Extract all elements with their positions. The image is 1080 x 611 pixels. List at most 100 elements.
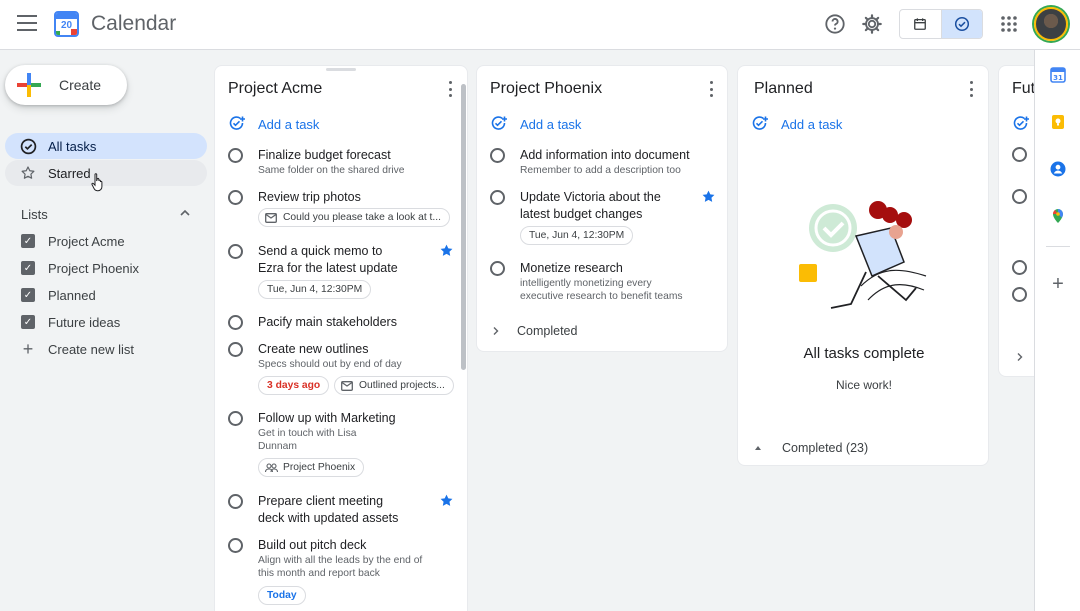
email-attachment-chip[interactable]: Could you please take a look at t... xyxy=(258,208,450,227)
all-tasks-complete-illustration xyxy=(799,201,927,309)
view-switcher xyxy=(899,9,983,39)
task-description: Get in touch with Lisa xyxy=(258,428,357,439)
calendar-view-button[interactable] xyxy=(900,10,941,38)
side-panel-rail: 31 + xyxy=(1034,50,1080,611)
lists-header-label: Lists xyxy=(21,207,48,222)
overdue-chip[interactable]: 3 days ago xyxy=(258,376,330,395)
triangle-up-icon xyxy=(755,446,761,450)
task-title: Create new outlines xyxy=(258,342,369,356)
due-date-chip[interactable]: Tue, Jun 4, 12:30PM xyxy=(520,226,634,245)
task-list-project-phoenix: Project Phoenix Add a task Add informati… xyxy=(476,65,728,352)
list-item-project-acme[interactable]: ✓ Project Acme xyxy=(21,231,125,251)
calendar-logo: 20 xyxy=(54,11,79,37)
complete-task-radio[interactable] xyxy=(1012,260,1027,275)
checkbox-checked-icon[interactable]: ✓ xyxy=(21,261,35,275)
more-vert-icon[interactable] xyxy=(968,81,974,97)
star-filled-icon[interactable] xyxy=(439,493,454,508)
list-item-project-phoenix[interactable]: ✓ Project Phoenix xyxy=(21,258,139,278)
add-task-button[interactable]: Add a task xyxy=(490,115,581,133)
chevron-right-icon[interactable] xyxy=(1015,352,1025,362)
checkbox-checked-icon[interactable]: ✓ xyxy=(21,315,35,329)
complete-task-radio[interactable] xyxy=(228,411,243,426)
task-title: Send a quick memo to xyxy=(258,244,383,258)
task-title: Prepare client meeting xyxy=(258,494,384,508)
task-title: Review trip photos xyxy=(258,190,361,204)
due-date-chip[interactable]: Tue, Jun 4, 12:30PM xyxy=(258,280,372,299)
star-filled-icon[interactable] xyxy=(701,189,716,204)
add-task-button[interactable]: Add a task xyxy=(751,115,842,133)
complete-task-radio[interactable] xyxy=(1012,147,1027,162)
add-task-icon[interactable] xyxy=(1012,115,1030,133)
complete-task-radio[interactable] xyxy=(1012,287,1027,302)
complete-task-radio[interactable] xyxy=(490,148,505,163)
task-description-line2: Dunnam xyxy=(258,441,297,452)
maps-pin-icon[interactable] xyxy=(1050,208,1066,224)
chevron-up-icon[interactable] xyxy=(179,207,191,219)
settings-gear-icon[interactable] xyxy=(860,12,884,36)
nav-all-tasks-label: All tasks xyxy=(48,138,97,154)
nav-starred[interactable]: Starred xyxy=(5,160,207,186)
add-addon-plus-icon[interactable]: + xyxy=(1050,274,1066,294)
completed-section-toggle[interactable]: Completed (23) xyxy=(754,441,868,455)
checkbox-checked-icon[interactable]: ✓ xyxy=(21,288,35,302)
scrollbar[interactable] xyxy=(461,84,466,370)
list-chip[interactable]: Project Phoenix xyxy=(258,458,365,477)
rail-divider xyxy=(1046,246,1070,247)
account-avatar[interactable] xyxy=(1034,7,1068,41)
complete-task-radio[interactable] xyxy=(1012,189,1027,204)
completed-section-toggle[interactable]: Completed xyxy=(491,324,577,338)
complete-task-radio[interactable] xyxy=(228,342,243,357)
complete-task-radio[interactable] xyxy=(228,315,243,330)
complete-task-radio[interactable] xyxy=(228,538,243,553)
add-task-button[interactable]: Add a task xyxy=(228,115,319,133)
more-vert-icon[interactable] xyxy=(447,81,453,97)
due-date-chip[interactable]: Today xyxy=(258,586,306,605)
complete-task-radio[interactable] xyxy=(228,494,243,509)
list-item-planned[interactable]: ✓ Planned xyxy=(21,285,96,305)
list-label: Project Phoenix xyxy=(48,260,140,276)
list-title: Planned xyxy=(754,80,813,97)
task-list-project-acme: Project Acme Add a task Finalize budget … xyxy=(214,65,468,611)
create-new-list-button[interactable]: + Create new list xyxy=(21,339,134,359)
keep-notes-icon[interactable] xyxy=(1050,114,1066,130)
calendar-app-icon[interactable]: 31 xyxy=(1050,67,1066,83)
task-title-line2: deck with updated assets xyxy=(258,511,399,525)
chevron-right-icon xyxy=(493,327,499,335)
add-task-label: Add a task xyxy=(258,116,320,132)
email-attachment-chip[interactable]: Outlined projects... xyxy=(334,376,454,395)
hand-cursor-icon xyxy=(91,173,103,192)
create-list-label: Create new list xyxy=(48,341,134,357)
add-task-icon xyxy=(229,116,245,130)
complete-task-radio[interactable] xyxy=(490,190,505,205)
main-menu-icon[interactable] xyxy=(17,15,37,31)
complete-task-radio[interactable] xyxy=(490,261,505,276)
lists-section-header[interactable]: Lists xyxy=(21,207,191,222)
complete-task-radio[interactable] xyxy=(228,148,243,163)
completed-label: Completed (23) xyxy=(782,441,869,455)
list-item-future-ideas[interactable]: ✓ Future ideas xyxy=(21,312,120,332)
svg-text:31: 31 xyxy=(1053,74,1063,82)
tasks-view-button[interactable] xyxy=(940,10,982,38)
apps-grid-icon[interactable] xyxy=(997,12,1021,36)
create-plus-icon xyxy=(17,73,41,97)
task-description: Align with all the leads by the end of xyxy=(258,555,423,566)
create-button[interactable]: Create xyxy=(5,65,127,105)
complete-task-radio[interactable] xyxy=(228,244,243,259)
check-circle-icon xyxy=(19,137,37,155)
contacts-icon[interactable] xyxy=(1050,161,1066,177)
task-description: intelligently monetizing every xyxy=(520,278,652,289)
complete-task-radio[interactable] xyxy=(228,190,243,205)
more-vert-icon[interactable] xyxy=(708,81,714,97)
task-title-line2: latest budget changes xyxy=(520,207,643,221)
add-task-icon xyxy=(491,116,507,130)
help-icon[interactable] xyxy=(823,12,847,36)
task-title: Finalize budget forecast xyxy=(258,148,391,162)
drag-handle[interactable] xyxy=(326,68,356,71)
star-filled-icon[interactable] xyxy=(439,243,454,258)
task-list-future-ideas: Futu xyxy=(998,65,1034,377)
nav-all-tasks[interactable]: All tasks xyxy=(5,133,207,159)
checkbox-checked-icon[interactable]: ✓ xyxy=(21,234,35,248)
app-title: Calendar xyxy=(91,12,177,35)
add-task-label: Add a task xyxy=(781,116,843,132)
task-title-line2: Ezra for the latest update xyxy=(258,261,398,275)
